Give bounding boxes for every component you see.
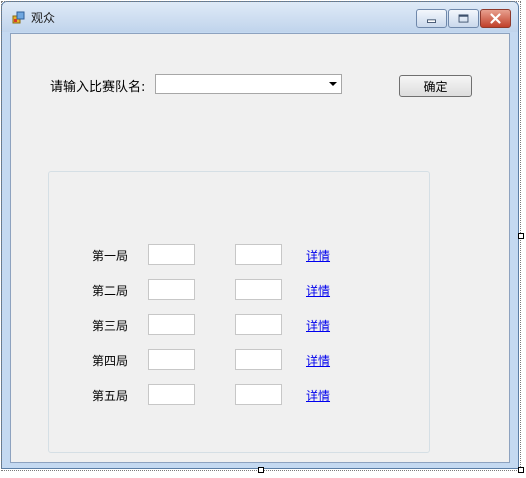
designer-selection-frame [1, 1, 521, 471]
resize-handle-right[interactable] [518, 233, 524, 239]
resize-handle-bottom[interactable] [258, 467, 264, 473]
resize-handle-corner[interactable] [518, 467, 524, 473]
